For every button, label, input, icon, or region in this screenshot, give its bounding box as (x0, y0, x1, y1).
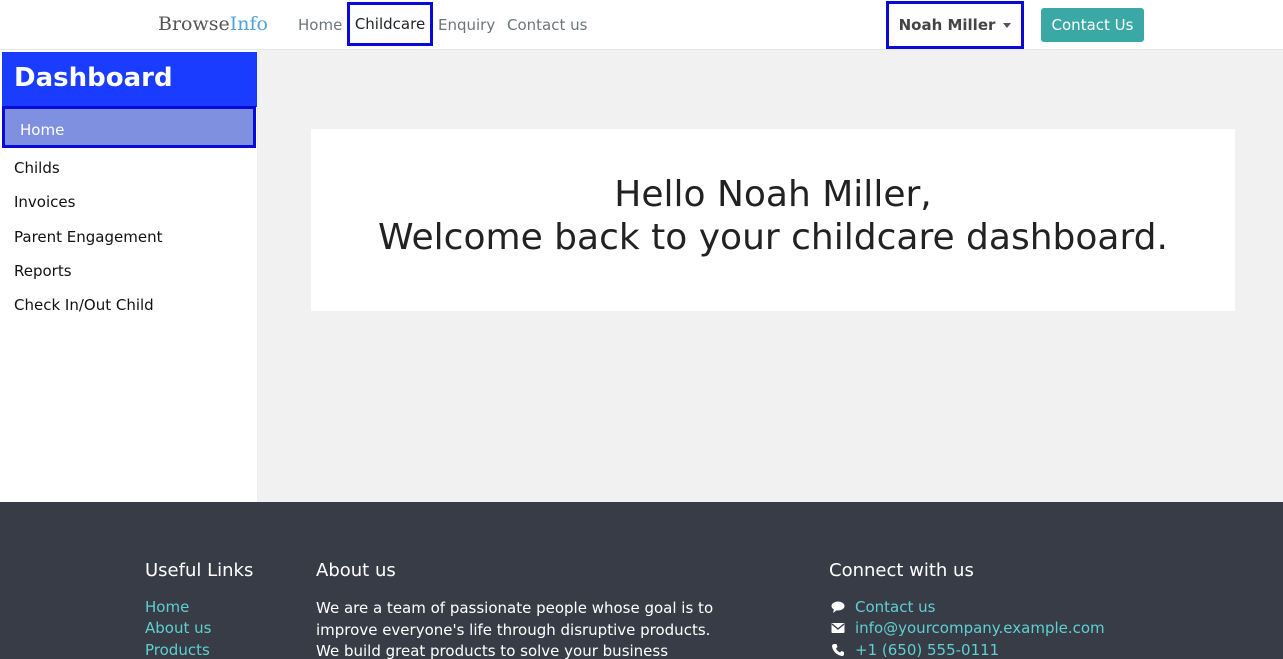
envelope-icon (831, 623, 845, 633)
welcome-message: Hello Noah Miller, Welcome back to your … (311, 173, 1235, 259)
sidebar: Dashboard Home Childs Invoices Parent En… (0, 50, 258, 502)
brand-part1: Browse (158, 13, 230, 35)
footer-link-about-us[interactable]: About us (145, 619, 211, 637)
footer-contact-link[interactable]: Contact us (855, 598, 935, 616)
comment-icon (831, 601, 845, 613)
footer-useful-links-title: Useful Links (145, 560, 254, 581)
contact-us-button[interactable]: Contact Us (1041, 8, 1144, 42)
sidebar-item-check-in-out[interactable]: Check In/Out Child (14, 296, 154, 314)
chevron-down-icon (1003, 22, 1012, 28)
sidebar-item-home[interactable]: Home (2, 106, 256, 148)
footer-about-text: We are a team of passionate people whose… (316, 599, 714, 659)
footer-link-products[interactable]: Products (145, 641, 210, 659)
nav-enquiry[interactable]: Enquiry (438, 16, 495, 34)
footer-phone-link[interactable]: +1 (650) 555-0111 (855, 641, 999, 659)
brand-logo[interactable]: BrowseInfo (158, 13, 268, 35)
brand-part2: Info (229, 13, 268, 35)
welcome-card: Hello Noah Miller, Welcome back to your … (311, 129, 1235, 311)
welcome-text: Welcome back to your childcare dashboard… (378, 217, 1168, 258)
greeting-text: Hello Noah Miller, (614, 174, 932, 215)
phone-icon (832, 644, 844, 656)
sidebar-item-reports[interactable]: Reports (14, 262, 72, 280)
footer-connect-title: Connect with us (829, 560, 974, 581)
top-navbar: BrowseInfo Home Childcare Enquiry Contac… (0, 0, 1283, 50)
nav-contact-us[interactable]: Contact us (507, 16, 587, 34)
user-name: Noah Miller (898, 16, 996, 34)
sidebar-item-parent-engagement[interactable]: Parent Engagement (14, 228, 162, 246)
sidebar-item-invoices[interactable]: Invoices (14, 193, 75, 211)
nav-home[interactable]: Home (298, 16, 342, 34)
main-content: Hello Noah Miller, Welcome back to your … (258, 50, 1283, 502)
user-dropdown[interactable]: Noah Miller (886, 1, 1024, 49)
sidebar-header: Dashboard (2, 52, 257, 107)
footer-link-home[interactable]: Home (145, 598, 189, 616)
sidebar-item-childs[interactable]: Childs (14, 159, 60, 177)
footer-about-title: About us (316, 560, 396, 581)
nav-childcare[interactable]: Childcare (347, 2, 433, 46)
footer-email-link[interactable]: info@yourcompany.example.com (855, 619, 1105, 637)
footer: Useful Links Home About us Products Abou… (0, 502, 1283, 659)
